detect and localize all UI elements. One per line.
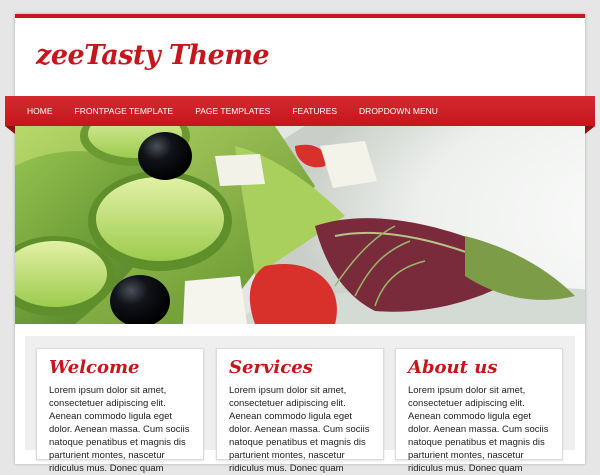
box-text-services: Lorem ipsum dolor sit amet, consectetuer… <box>229 385 370 474</box>
nav-item-page-templates[interactable]: PAGE TEMPLATES <box>184 96 281 126</box>
salad-photo <box>15 126 585 324</box>
site-title[interactable]: zeeTasty Theme <box>36 40 270 71</box>
nav-item-dropdown-menu[interactable]: DROPDOWN MENU <box>348 96 449 126</box>
box-text-about-us: Lorem ipsum dolor sit amet, consectetuer… <box>408 385 549 474</box>
top-accent-bar <box>15 14 585 18</box>
box-title-welcome[interactable]: Welcome <box>49 357 140 378</box>
nav-ribbon-fold-left <box>5 126 15 134</box>
box-about-us: About us Lorem ipsum dolor sit amet, con… <box>395 348 563 474</box>
hero-slider-image[interactable] <box>15 126 585 324</box>
box-services: Services Lorem ipsum dolor sit amet, con… <box>216 348 384 474</box>
nav-item-frontpage-template[interactable]: FRONTPAGE TEMPLATE <box>64 96 185 126</box>
box-welcome: Welcome Lorem ipsum dolor sit amet, cons… <box>36 348 204 474</box>
nav-item-home[interactable]: HOME <box>5 96 64 126</box>
main-navigation: HOME FRONTPAGE TEMPLATE PAGE TEMPLATES F… <box>5 96 595 126</box>
box-title-services[interactable]: Services <box>229 357 313 378</box>
box-title-about-us[interactable]: About us <box>408 357 497 378</box>
nav-ribbon-fold-right <box>585 126 595 134</box>
nav-item-features[interactable]: FEATURES <box>281 96 348 126</box>
box-text-welcome: Lorem ipsum dolor sit amet, consectetuer… <box>49 385 190 474</box>
